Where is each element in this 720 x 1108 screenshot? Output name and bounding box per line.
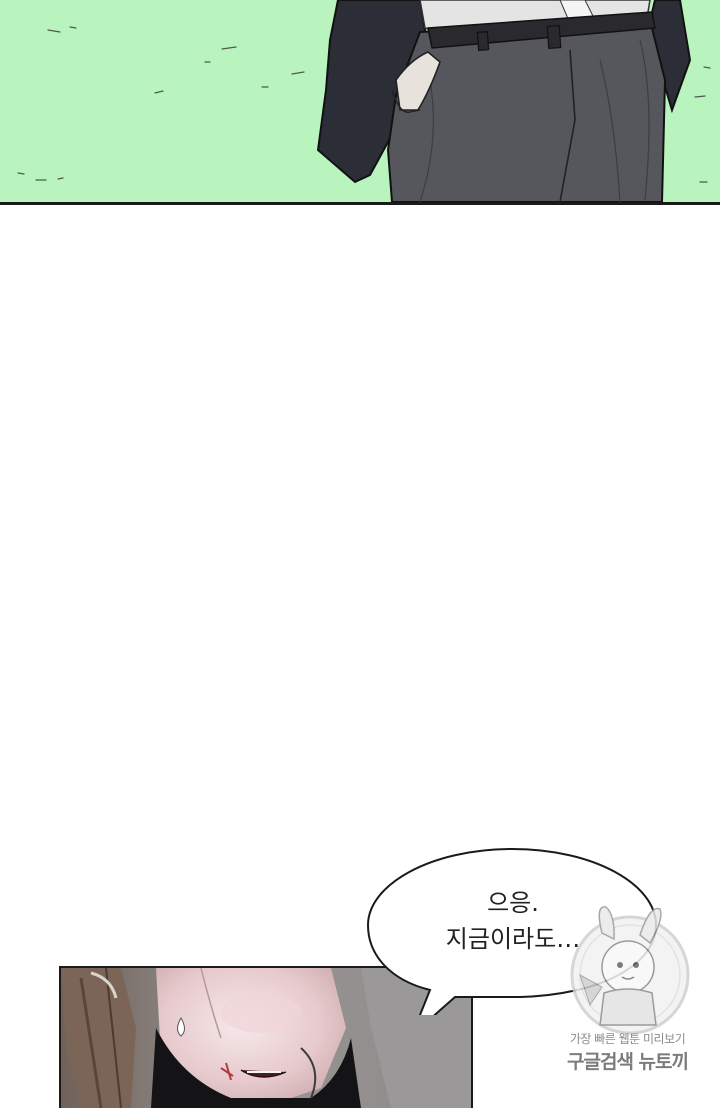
watermark-site-name: 구글검색 뉴토끼 bbox=[567, 1051, 689, 1073]
top-comic-panel bbox=[0, 0, 720, 205]
watermark: 가장 빠른 웹툰 미리보기 구글검색 뉴토끼 bbox=[540, 905, 715, 1095]
suit-figure-illustration bbox=[17, 0, 711, 202]
watermark-tagline: 가장 빠른 웹툰 미리보기 bbox=[569, 1032, 686, 1046]
